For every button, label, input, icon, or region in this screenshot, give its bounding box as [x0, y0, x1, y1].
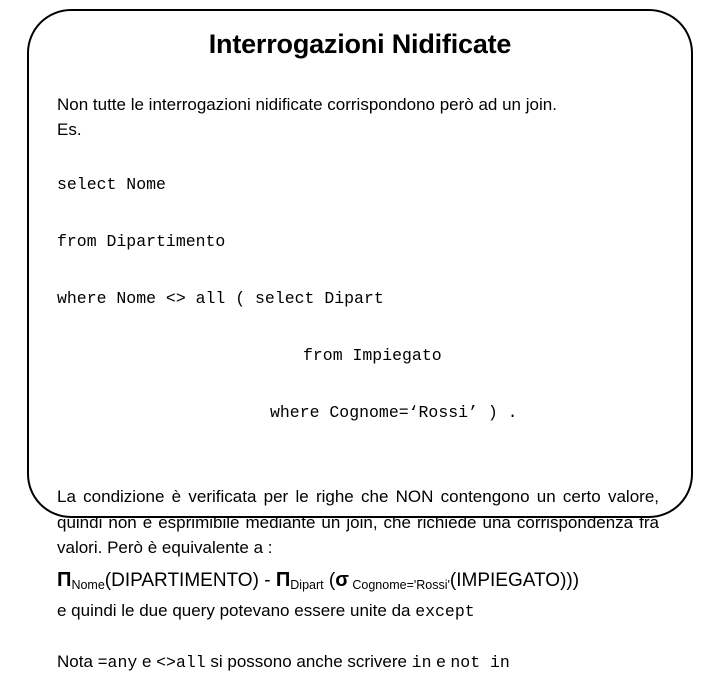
example-label: Es. [57, 120, 82, 139]
page-title: Interrogazioni Nidificate [208, 29, 512, 59]
note-text-3: e [431, 651, 451, 671]
sql-code-block: select Nome from Dipartimento where Nome… [57, 142, 659, 484]
note-paragraph: Nota =any e <>all si possono anche scriv… [57, 649, 659, 675]
sql-line-select: select Nome [57, 174, 166, 194]
except-keyword: except [415, 601, 475, 621]
explanation-paragraph: La condizione è verificata per le righe … [57, 487, 659, 557]
any-keyword: =any [97, 652, 138, 672]
projection-subscript-1: Nome [71, 578, 105, 592]
formula-minus-operator: - [258, 569, 276, 591]
projection-operator-2: Π [275, 568, 291, 591]
not-in-keyword: not in [450, 652, 510, 672]
slide-body: Non tutte le interrogazioni nidificate c… [57, 92, 659, 675]
projection-subscript-2: Dipart [290, 578, 324, 592]
formula-open-paren: ( [323, 569, 336, 591]
all-keyword: <>all [156, 652, 206, 672]
sql-line-where: where Nome <> all ( select Dipart [57, 288, 384, 308]
sql-line-subquery-from: from Impiegato [303, 345, 442, 365]
projection-operator-1: Π [57, 568, 72, 591]
formula-operand-dipartimento: (DIPARTIMENTO) [104, 569, 259, 591]
note-label: Nota [57, 651, 98, 671]
relational-algebra-formula: ΠNome(DIPARTIMENTO) - ΠDipart (σ Cognome… [57, 565, 659, 598]
note-text-1: e [137, 651, 157, 671]
conclusion-text: e quindi le due query potevano essere un… [57, 600, 416, 620]
conclusion-paragraph: e quindi le due query potevano essere un… [57, 598, 659, 624]
selection-subscript: Cognome='Rossi' [348, 578, 450, 592]
intro-paragraph: Non tutte le interrogazioni nidificate c… [57, 95, 557, 114]
in-keyword: in [411, 652, 432, 672]
sql-line-from: from Dipartimento [57, 231, 226, 251]
sql-line-subquery-where: where Cognome=‘Rossi’ ) . [270, 402, 518, 422]
selection-operator: σ [335, 568, 349, 591]
formula-operand-impiegato: (IMPIEGATO))) [449, 569, 580, 591]
note-text-2: si possono anche scrivere [205, 651, 412, 671]
